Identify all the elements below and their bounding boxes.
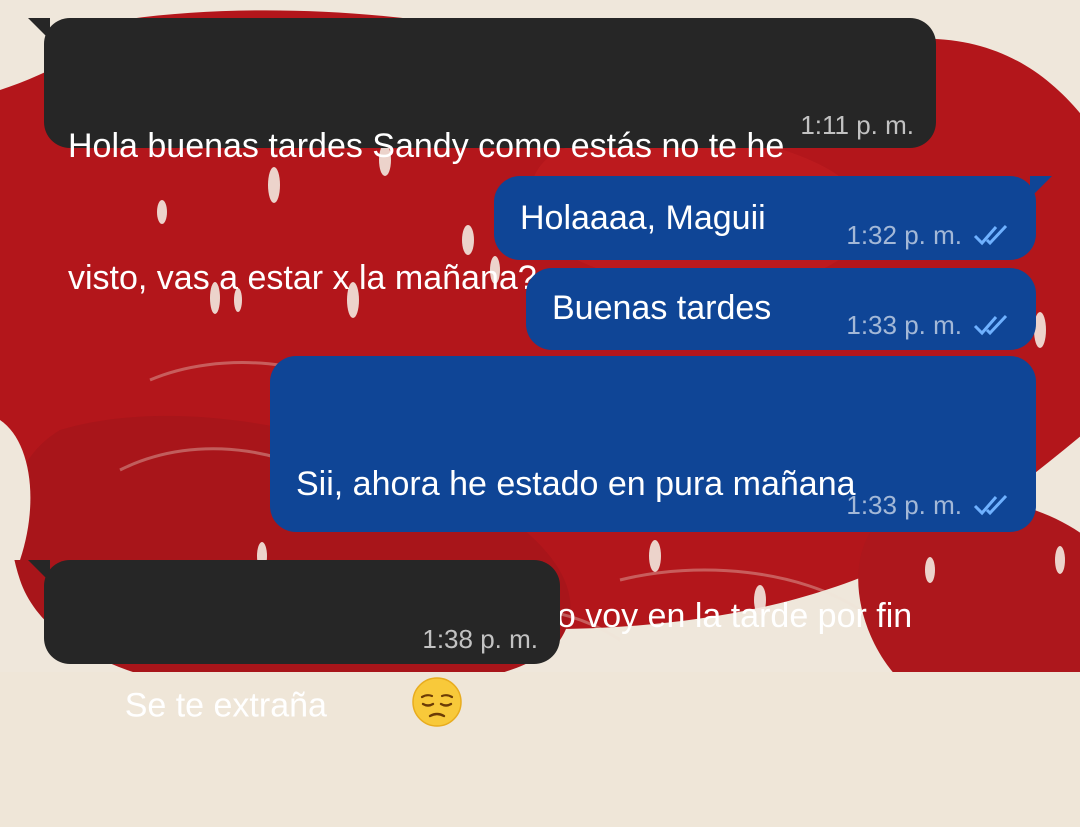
read-double-check-icon: [972, 493, 1012, 517]
outgoing-message-bubble[interactable]: Buenas tardes 1:33 p. m.: [526, 268, 1036, 350]
message-meta: 1:33 p. m.: [846, 310, 1012, 340]
message-text: Buenas tardes: [552, 289, 772, 327]
message-text-line: Sii, ahora he estado en pura mañana: [296, 465, 856, 503]
bubble-tail: [28, 560, 50, 582]
incoming-message-bubble[interactable]: Se te extraña 1:38 p. m.: [28, 560, 560, 727]
message-text-content: Se te extraña: [124, 686, 327, 725]
message-text: Holaaaa, Maguii: [520, 199, 766, 237]
bubble-tail: [28, 18, 50, 40]
message-time: 1:33 p. m.: [846, 310, 962, 340]
message-text: Se te extraña: [68, 588, 463, 827]
message-time: 1:33 p. m.: [846, 490, 962, 520]
incoming-message-bubble[interactable]: Hola buenas tardes Sandy como estás no t…: [28, 18, 936, 297]
message-meta: 1:38 p. m.: [422, 624, 538, 654]
read-double-check-icon: [972, 223, 1012, 247]
message-time: 1:38 p. m.: [422, 624, 538, 654]
outgoing-message-bubble[interactable]: Sii, ahora he estado en pura mañana Pero…: [270, 356, 1036, 635]
outgoing-message-bubble[interactable]: Holaaaa, Maguii 1:32 p. m.: [494, 176, 1052, 260]
pensive-face-emoji-icon: [335, 632, 463, 783]
message-time: 1:32 p. m.: [846, 220, 962, 250]
message-time: 1:11 p. m.: [800, 110, 914, 140]
bubble-tail: [1030, 176, 1052, 198]
message-text-line: Hola buenas tardes Sandy como estás no t…: [68, 127, 785, 165]
message-list: Hola buenas tardes Sandy como estás no t…: [0, 0, 1080, 727]
read-double-check-icon: [972, 313, 1012, 337]
message-meta: 1:32 p. m.: [846, 220, 1012, 250]
message-meta: 1:33 p. m.: [846, 490, 1012, 520]
message-meta: 1:11 p. m.: [800, 110, 914, 140]
